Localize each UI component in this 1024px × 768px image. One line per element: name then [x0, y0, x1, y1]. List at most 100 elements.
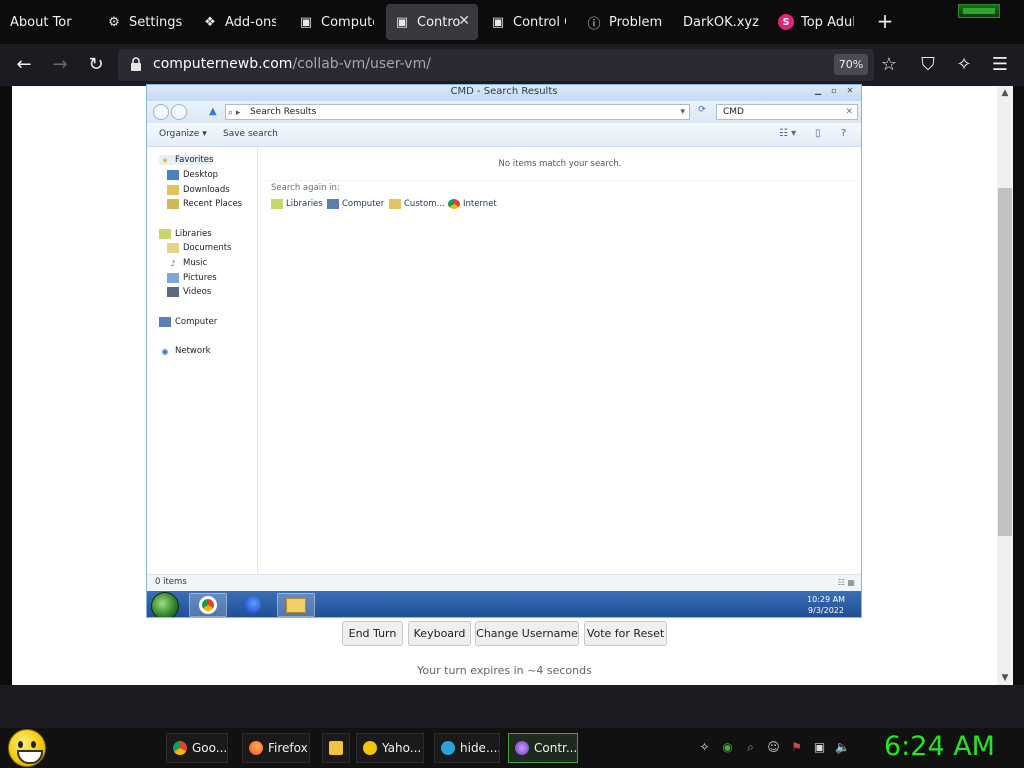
- nav-music[interactable]: ♪ Music: [167, 258, 207, 268]
- page-scrollbar[interactable]: ▲ ▼: [997, 86, 1013, 685]
- reload-button[interactable]: ↻: [84, 53, 108, 77]
- search-again-libraries[interactable]: Libraries: [271, 199, 323, 209]
- forward-button[interactable]: →: [48, 53, 72, 77]
- volume-tray-icon[interactable]: 🔈: [835, 740, 850, 755]
- nav-videos[interactable]: Videos: [167, 287, 211, 297]
- vm-save-search-button[interactable]: Save search: [223, 129, 278, 139]
- window-controls[interactable]: [958, 4, 1000, 18]
- new-tab-button[interactable]: +: [874, 10, 896, 32]
- tab-computernewb[interactable]: ▣ Compute: [298, 4, 374, 40]
- keyboard-button[interactable]: Keyboard: [408, 621, 471, 646]
- tab-top-adult[interactable]: S Top Adul: [778, 4, 854, 40]
- vm-back-button[interactable]: [153, 104, 169, 120]
- gear-icon: ⚙: [108, 14, 120, 30]
- nav-pictures[interactable]: Pictures: [167, 273, 217, 283]
- info-icon: ⓘ: [587, 16, 601, 32]
- tab-add-ons[interactable]: ❖ Add-ons: [202, 4, 276, 40]
- nav-downloads[interactable]: Downloads: [167, 185, 230, 195]
- vm-forward-button[interactable]: [171, 104, 187, 120]
- host-task-firefox[interactable]: Firefox: [242, 733, 310, 763]
- host-clock[interactable]: 6:24 AM: [884, 731, 995, 762]
- vm-firefox-taskbar-button[interactable]: [233, 593, 271, 617]
- minimize-icon[interactable]: ▁: [811, 85, 825, 96]
- chat-tray-icon[interactable]: ☺: [766, 740, 781, 755]
- search-tray-icon[interactable]: ⌕: [743, 740, 758, 755]
- nav-computer[interactable]: Computer: [159, 317, 217, 327]
- back-button[interactable]: ←: [12, 53, 36, 77]
- tab-problem-loading[interactable]: ⓘ Problem L: [586, 4, 662, 40]
- view-options-icon[interactable]: ☷ ▾: [779, 128, 796, 139]
- scroll-down-icon[interactable]: ▼: [997, 671, 1013, 685]
- nav-label: Desktop: [183, 170, 219, 180]
- change-username-button[interactable]: Change Username: [475, 621, 579, 646]
- lock-icon: [131, 57, 141, 71]
- display-tray-icon[interactable]: ▣: [812, 740, 827, 755]
- search-again-computer[interactable]: Computer: [327, 199, 384, 209]
- maximize-icon[interactable]: ▫: [827, 85, 841, 96]
- host-task-telegram[interactable]: hide....: [434, 733, 500, 763]
- help-icon[interactable]: ?: [841, 128, 846, 139]
- nav-documents[interactable]: Documents: [167, 243, 231, 253]
- vm-breadcrumb[interactable]: ⌕ ▸ Search Results ▾: [225, 104, 690, 120]
- shield-tray-icon[interactable]: ✧: [697, 740, 712, 755]
- scroll-up-icon[interactable]: ▲: [997, 86, 1013, 100]
- vote-reset-button[interactable]: Vote for Reset: [584, 621, 667, 646]
- recent-places-icon: [167, 199, 179, 209]
- tab-about-tor[interactable]: About Tor: [10, 4, 90, 40]
- tab-label: Control C: [513, 14, 566, 30]
- url-bar[interactable]: computernewb.com/collab-vm/user-vm/: [118, 49, 874, 81]
- vm-refresh-icon[interactable]: ⟳: [693, 105, 711, 119]
- vm-start-button[interactable]: [151, 592, 179, 617]
- scrollbar-thumb[interactable]: [998, 188, 1012, 536]
- chrome-icon: [448, 199, 460, 209]
- vm-explorer-taskbar-button[interactable]: [277, 593, 315, 617]
- menu-icon[interactable]: ☰: [988, 53, 1012, 77]
- close-icon[interactable]: ✕: [843, 85, 857, 96]
- preview-pane-icon[interactable]: ▯: [815, 128, 821, 139]
- tab-settings[interactable]: ⚙ Settings: [106, 4, 188, 40]
- nav-desktop[interactable]: Desktop: [167, 170, 218, 180]
- nav-network[interactable]: ◉ Network: [159, 346, 211, 356]
- search-again-internet[interactable]: Internet: [448, 199, 497, 209]
- zoom-level-button[interactable]: 70%: [834, 54, 868, 75]
- vm-results-pane[interactable]: No items match your search. Search again…: [259, 147, 861, 617]
- pictures-icon: [167, 273, 179, 283]
- videos-icon: [167, 287, 179, 297]
- smiley-start-icon[interactable]: [8, 729, 46, 767]
- tab-control-active[interactable]: ▣ Contro ✕: [386, 4, 478, 40]
- task-label: Goo...: [192, 741, 228, 755]
- host-task-folder[interactable]: [322, 733, 350, 763]
- system-tray: ✧ ◉ ⌕ ☺ ⚑ ▣ 🔈: [697, 740, 850, 755]
- vm-screen[interactable]: CMD - Search Results ▁ ▫ ✕ ▲ ⌕ ▸ Search …: [146, 84, 862, 618]
- nav-label: Network: [175, 346, 211, 356]
- bookmark-star-icon[interactable]: ☆: [877, 53, 901, 77]
- magic-wand-icon[interactable]: ✧: [952, 53, 976, 77]
- tab-darkok[interactable]: DarkOK.xyz: [683, 4, 763, 40]
- nav-libraries[interactable]: Libraries: [159, 229, 212, 239]
- music-icon: ♪: [170, 258, 176, 268]
- shield-icon[interactable]: ⛉: [916, 53, 940, 77]
- vm-up-arrow-icon[interactable]: ▲: [209, 106, 217, 117]
- vm-organize-button[interactable]: Organize ▾: [159, 129, 207, 139]
- chrome-icon: [173, 741, 187, 755]
- host-task-google-chrome[interactable]: Goo...: [166, 733, 228, 763]
- clear-search-icon[interactable]: ✕: [845, 105, 853, 119]
- host-task-tor-control[interactable]: Contr...: [508, 733, 578, 763]
- chevron-down-icon[interactable]: ▾: [680, 105, 685, 119]
- close-tab-icon[interactable]: ✕: [458, 13, 470, 29]
- search-again-custom[interactable]: Custom...: [389, 199, 445, 209]
- computer-icon: ▣: [491, 14, 505, 30]
- computer-icon: [159, 317, 171, 327]
- nav-recent-places[interactable]: Recent Places: [167, 199, 242, 209]
- end-turn-button[interactable]: End Turn: [342, 621, 403, 646]
- nav-favorites[interactable]: ★ Favorites: [159, 155, 214, 165]
- vm-chrome-taskbar-button[interactable]: [189, 593, 227, 617]
- vm-search-input[interactable]: CMD ✕: [716, 104, 858, 120]
- host-task-yahoo[interactable]: Yaho...: [356, 733, 424, 763]
- vm-clock[interactable]: 10:29 AM 9/3/2022: [807, 594, 845, 616]
- flag-tray-icon[interactable]: ⚑: [789, 740, 804, 755]
- network-tray-icon[interactable]: ◉: [720, 740, 735, 755]
- view-toggle-icon[interactable]: ☷ ▦: [838, 575, 855, 590]
- no-items-message: No items match your search.: [498, 159, 622, 169]
- tab-control-c[interactable]: ▣ Control C: [490, 4, 566, 40]
